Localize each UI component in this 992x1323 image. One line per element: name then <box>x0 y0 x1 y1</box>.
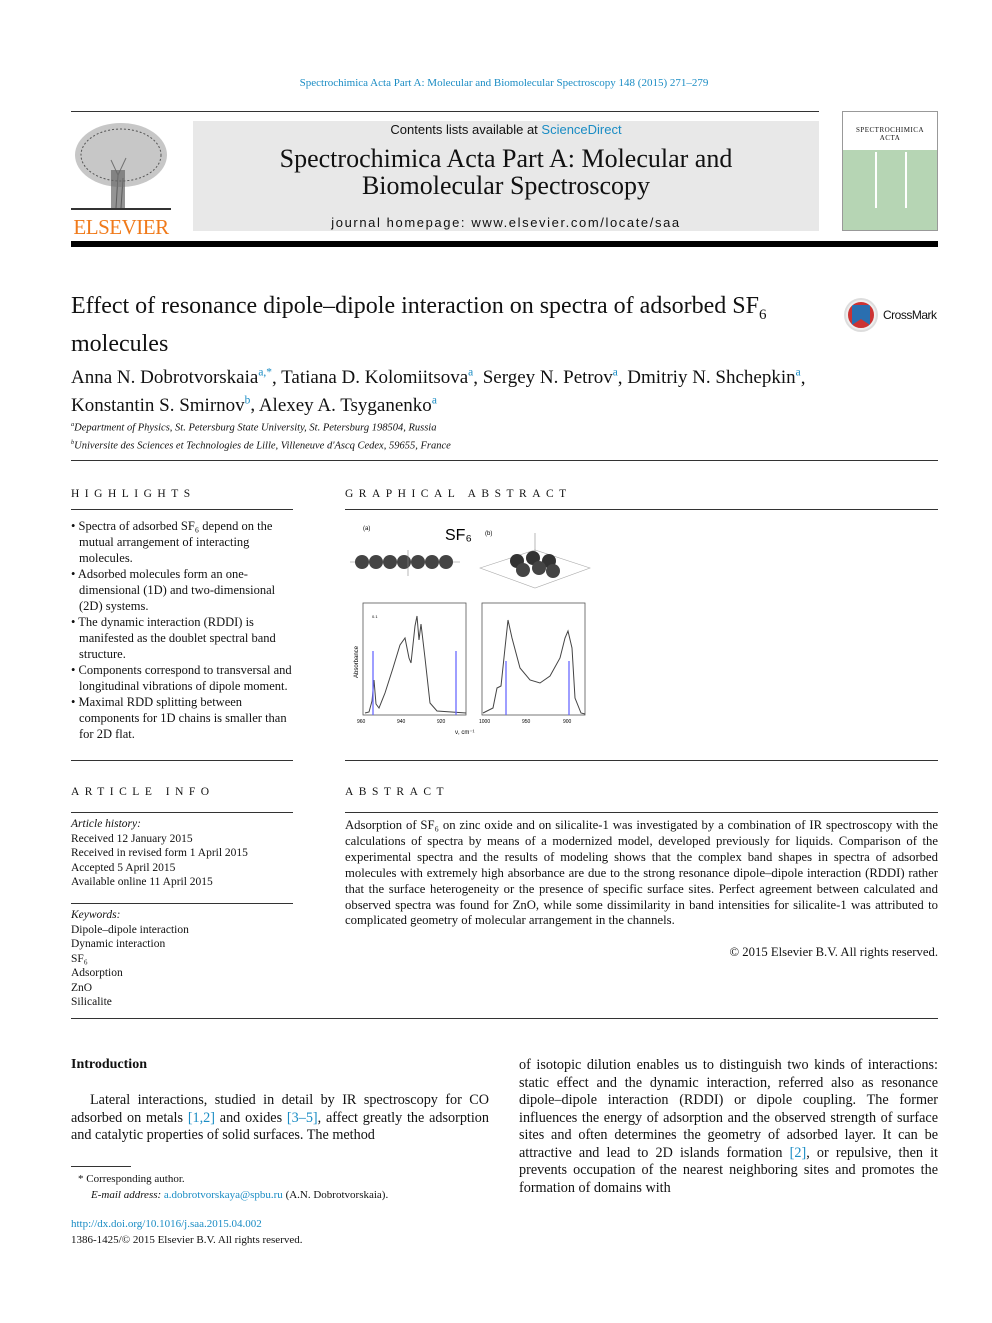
citation-link[interactable]: [1,2] <box>188 1110 215 1126</box>
keyword: Adsorption <box>71 967 123 979</box>
tick-label: 1000 <box>479 719 490 725</box>
highlight-item: Adsorbed molecules form an one-dimension… <box>71 566 293 614</box>
journal-homepage[interactable]: journal homepage: www.elsevier.com/locat… <box>193 215 819 230</box>
panel-label-a: (a) <box>363 526 370 532</box>
author[interactable]: Konstantin S. Smirnovb <box>71 394 250 415</box>
affiliations: aDepartment of Physics, St. Petersburg S… <box>71 418 451 453</box>
keyword: SF₆ <box>71 952 88 965</box>
article-info-heading: ARTICLE INFO <box>71 786 215 798</box>
crossmark-icon <box>844 298 878 332</box>
graphical-abstract-heading: GRAPHICAL ABSTRACT <box>345 488 572 500</box>
journal-citation-link[interactable]: Spectrochimica Acta Part A: Molecular an… <box>0 77 992 89</box>
keyword: ZnO <box>71 981 93 994</box>
panel-label-b: (b) <box>485 531 492 537</box>
highlight-item: Components correspond to transversal and… <box>71 662 293 694</box>
crossmark-button[interactable]: CrossMark <box>843 298 943 332</box>
journal-title-line1: Spectrochimica Acta Part A: Molecular an… <box>279 144 733 173</box>
abstract-heading: ABSTRACT <box>345 786 450 798</box>
journal-banner: Contents lists available at ScienceDirec… <box>193 121 819 231</box>
highlight-item: Maximal RDD splitting between components… <box>71 694 293 742</box>
divider <box>71 903 293 904</box>
history-item: Available online 11 April 2015 <box>71 876 213 888</box>
journal-title-line2: Biomolecular Spectroscopy <box>361 171 651 200</box>
tick-label: 920 <box>437 719 446 725</box>
tick-label: 960 <box>357 719 366 725</box>
crossmark-label: CrossMark <box>883 308 937 322</box>
author[interactable]: Alexey A. Tsyganenkoa <box>259 394 437 415</box>
elsevier-logo: ELSEVIER <box>71 120 171 238</box>
abstract-text: Adsorption of SF₆ on zinc oxide and on s… <box>345 818 938 928</box>
article-history: Article history: Received 12 January 201… <box>71 818 248 888</box>
author-list: Anna N. Dobrotvorskaiaa,*, Tatiana D. Ko… <box>71 367 806 416</box>
article-title: Effect of resonance dipole–dipole intera… <box>71 293 767 357</box>
2d-flat-molecules <box>479 533 591 589</box>
divider <box>71 812 293 813</box>
doi-block: http://dx.doi.org/10.1016/j.saa.2015.04.… <box>71 1216 303 1248</box>
citation-link[interactable]: [2] <box>790 1145 807 1161</box>
divider <box>71 1018 938 1019</box>
highlights-heading: HIGHLIGHTS <box>71 488 196 500</box>
sciencedirect-link[interactable]: ScienceDirect <box>541 122 621 137</box>
citation-link[interactable]: [3–5] <box>287 1110 318 1126</box>
affiliation: bUniversite des Sciences et Technologies… <box>71 438 451 452</box>
scale-bar-label: 0.1 <box>372 614 378 619</box>
graphical-abstract-figure: (a) (b) SF₆ Absorbance 0.1 960 940 920 1… <box>350 526 591 736</box>
author[interactable]: Sergey N. Petrova <box>483 367 618 388</box>
tick-label: 940 <box>397 719 406 725</box>
issn: 1386-1425/© 2015 Elsevier B.V. All right… <box>71 1234 303 1246</box>
divider <box>345 509 938 510</box>
history-item: Received in revised form 1 April 2015 <box>71 847 248 859</box>
journal-cover: SPECTROCHIMICA ACTA <box>842 111 938 231</box>
header-rule <box>71 241 938 247</box>
author[interactable]: Anna N. Dobrotvorskaiaa,* <box>71 367 272 388</box>
highlight-item: The dynamic interaction (RDDI) is manife… <box>71 614 293 662</box>
cover-title: SPECTROCHIMICA <box>855 126 925 134</box>
history-item: Accepted 5 April 2015 <box>71 861 176 874</box>
doi-link[interactable]: http://dx.doi.org/10.1016/j.saa.2015.04.… <box>71 1218 262 1230</box>
keyword: Silicalite <box>71 996 112 1008</box>
tick-label: 950 <box>522 719 531 725</box>
elsevier-tree-icon <box>71 123 171 210</box>
elsevier-wordmark: ELSEVIER <box>73 215 169 239</box>
keyword: Dynamic interaction <box>71 938 166 950</box>
tick-label: 900 <box>563 719 572 725</box>
divider <box>71 111 819 112</box>
divider <box>345 812 938 813</box>
divider <box>71 460 938 461</box>
abstract-copyright: © 2015 Elsevier B.V. All rights reserved… <box>729 945 939 959</box>
history-item: Received 12 January 2015 <box>71 832 193 845</box>
author[interactable]: Tatiana D. Kolomiitsovaa <box>281 367 473 388</box>
y-axis-label: Absorbance <box>354 645 360 678</box>
highlight-item: Spectra of adsorbed SF₆ depend on the mu… <box>71 518 293 566</box>
author[interactable]: Dmitriy N. Shchepkina <box>627 367 800 388</box>
keywords: Keywords: Dipole–dipole interaction Dyna… <box>71 909 189 1008</box>
email-link[interactable]: a.dobrotvorskaya@spbu.ru <box>164 1189 283 1201</box>
highlights-list: Spectra of adsorbed SF₆ depend on the mu… <box>71 518 293 742</box>
contents-label: Contents lists available at <box>390 122 542 137</box>
footnote-rule <box>71 1166 131 1167</box>
introduction-heading: Introduction <box>71 1057 147 1072</box>
1d-chain-molecules <box>350 550 460 576</box>
affiliation: aDepartment of Physics, St. Petersburg S… <box>71 421 437 434</box>
spectrum-1d-panel: Absorbance 0.1 960 940 920 <box>354 602 467 725</box>
divider <box>345 760 938 761</box>
intro-paragraph: Lateral interactions, studied in detail … <box>71 1092 489 1143</box>
keyword: Dipole–dipole interaction <box>71 923 189 936</box>
cover-subtitle: ACTA <box>879 134 901 142</box>
footnote: * Corresponding author. E-mail address: … <box>78 1173 389 1201</box>
spectrum-2d-panel: 1000 950 900 <box>479 602 586 725</box>
x-axis-label: ν, cm⁻¹ <box>455 730 475 736</box>
divider <box>71 509 293 510</box>
divider <box>71 760 293 761</box>
intro-paragraph-continued: of isotopic dilution enables us to disti… <box>519 1057 938 1196</box>
molecule-label: SF₆ <box>445 527 472 544</box>
